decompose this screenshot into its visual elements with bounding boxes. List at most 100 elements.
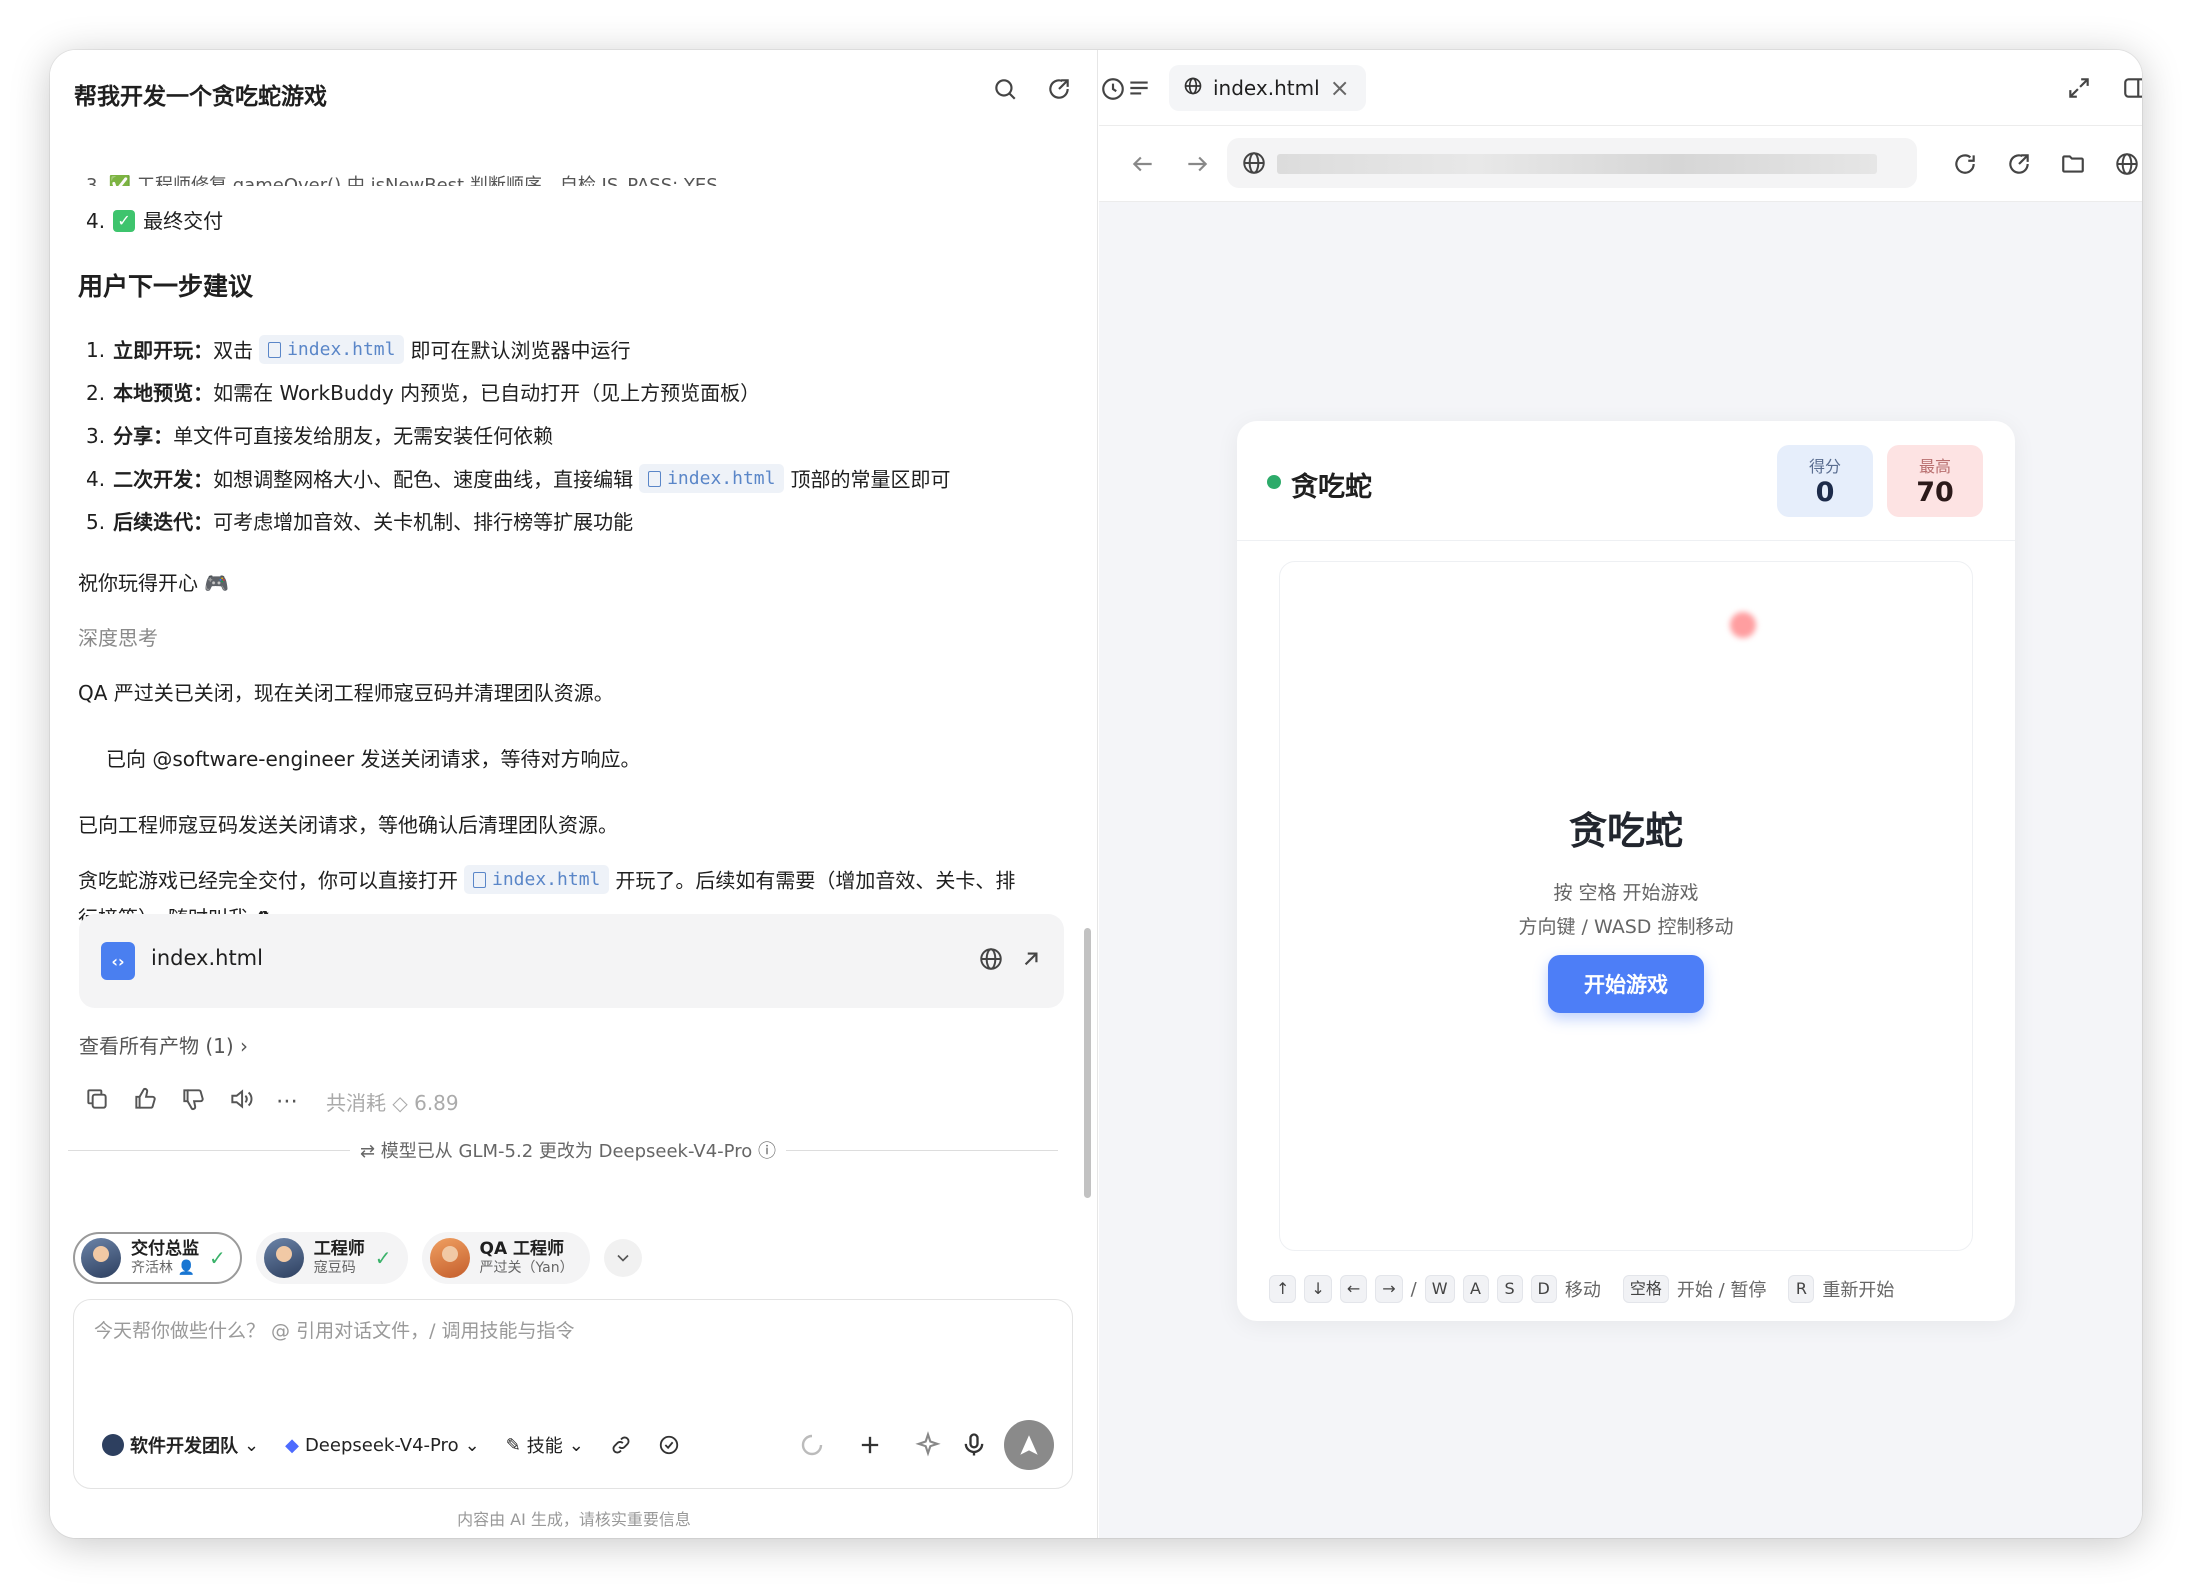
key-right: →: [1375, 1275, 1403, 1303]
chat-pane: 帮我开发一个贪吃蛇游戏 3. ✅ 工程师修复 gameOver() 中 isNe…: [50, 50, 1124, 1538]
item-number: 1.: [86, 338, 106, 363]
back-icon[interactable]: [1125, 146, 1161, 182]
game-board[interactable]: 贪吃蛇 按 空格 开始游戏 方向键 / WASD 控制移动 开始游戏: [1279, 561, 1973, 1251]
item-text: 顶部的常量区即可: [790, 467, 951, 492]
best-score-badge: 最高 70: [1887, 445, 1983, 517]
globe-icon: [1183, 76, 1203, 101]
agent-subtitle: 严过关（Yan）: [479, 1259, 574, 1276]
loading-spinner-icon: [800, 1433, 824, 1461]
file-chip-label: index.html: [492, 869, 601, 890]
start-hint: 按 空格 开始游戏: [1553, 882, 1699, 904]
agent-subtitle: 寇豆码: [313, 1259, 356, 1276]
file-chip[interactable]: index.html: [639, 464, 785, 493]
forward-icon[interactable]: [1179, 146, 1215, 182]
best-label: 最高: [1918, 457, 1951, 476]
deepseek-icon: ◆: [285, 1434, 299, 1456]
file-chip-label: index.html: [287, 339, 396, 360]
check-icon: ✓: [113, 210, 136, 232]
message-text-part: 贪吃蛇游戏已经完全交付，你可以直接打开: [78, 868, 458, 893]
item-bold: 分享：: [113, 424, 174, 448]
chat-header: 帮我开发一个贪吃蛇游戏: [50, 50, 1124, 130]
file-chip[interactable]: index.html: [464, 865, 610, 894]
item-bold: 后续迭代：: [113, 510, 214, 534]
deep-think-toggle[interactable]: 深度思考: [78, 623, 158, 653]
clipped-step: 3. ✅ 工程师修复 gameOver() 中 isNewBest 判断顺序，自…: [86, 175, 718, 186]
item-number: 4.: [86, 467, 106, 492]
chevron-down-icon: ⌄: [464, 1434, 480, 1456]
chat-scrollbar[interactable]: [1084, 928, 1091, 1198]
skills-label: 技能: [526, 1436, 563, 1457]
chevron-down-icon: ⌄: [244, 1434, 260, 1456]
board-title: 贪吃蛇: [1568, 809, 1683, 853]
agent-chip-delivery[interactable]: 交付总监 齐活林 👤 ✓: [73, 1232, 242, 1284]
token-cost: 共消耗 ◇ 6.89: [326, 1090, 459, 1115]
game-title: 贪吃蛇: [1291, 472, 1372, 503]
file-chip[interactable]: index.html: [259, 335, 405, 364]
share-icon[interactable]: [2001, 146, 2037, 182]
score-badge: 得分 0: [1777, 445, 1873, 517]
folder-icon[interactable]: [2055, 146, 2091, 182]
skills-selector[interactable]: ✎ 技能 ⌄: [506, 1432, 584, 1458]
space-label: 开始 / 暂停: [1676, 1280, 1767, 1301]
file-icon: [268, 341, 282, 358]
input-placeholder: 今天帮你做些什么？ @ 引用对话文件，/ 调用技能与指令: [94, 1320, 575, 1342]
globe-icon[interactable]: [978, 946, 1004, 976]
close-icon[interactable]: ×: [1330, 74, 1350, 102]
refresh-icon[interactable]: [1947, 146, 1983, 182]
tab-index-html[interactable]: index.html ×: [1169, 65, 1366, 111]
model-selector[interactable]: ◆ Deepseek-V4-Pro ⌄: [285, 1435, 480, 1456]
view-all-artifacts-link[interactable]: 查看所有产物 (1) ›: [79, 1030, 248, 1059]
key-left: ←: [1339, 1275, 1368, 1303]
key-a: A: [1462, 1275, 1489, 1303]
sparkle-icon[interactable]: [914, 1431, 942, 1463]
message-text-part: 开玩了。后续如有需要（增加音效、关卡、排: [615, 868, 1016, 893]
file-card[interactable]: ‹› index.html: [79, 914, 1064, 1008]
agent-chip-engineer[interactable]: 工程师 寇豆码 ✓: [255, 1232, 408, 1284]
history-icon[interactable]: [1094, 70, 1132, 108]
share-icon[interactable]: [1040, 70, 1078, 108]
item-bold: 二次开发：: [113, 467, 214, 492]
item-text: 可考虑增加音效、关卡机制、排行榜等扩展功能: [213, 510, 634, 534]
speaker-icon[interactable]: [228, 1086, 254, 1116]
shield-check-icon[interactable]: [658, 1434, 680, 1456]
avatar: [81, 1238, 121, 1278]
key-down: ↓: [1304, 1275, 1332, 1303]
more-icon[interactable]: ⋯: [276, 1089, 298, 1114]
step-number: 4.: [86, 209, 106, 233]
search-icon[interactable]: [986, 70, 1024, 108]
message-input[interactable]: 今天帮你做些什么？ @ 引用对话文件，/ 调用技能与指令 软件开发团队 ⌄ ◆ …: [73, 1299, 1073, 1489]
item-bold: 立即开玩：: [113, 338, 214, 363]
agent-name: 工程师: [313, 1239, 365, 1260]
step-item: 4. ✓ 最终交付: [86, 206, 223, 236]
thumbs-down-icon[interactable]: [180, 1086, 206, 1116]
suggestion-item: 3. 分享：单文件可直接发给朋友，无需安装任何依赖: [86, 421, 553, 451]
preview-pane: index.html × 贪吃蛇 得分 0 最高 70 贪吃蛇 按 空格 开始游…: [1099, 50, 2142, 1538]
enjoy-text: 祝你玩得开心 🎮: [78, 571, 230, 595]
open-external-icon[interactable]: [1018, 946, 1044, 976]
thumbs-up-icon[interactable]: [132, 1086, 158, 1116]
key-d: D: [1530, 1275, 1557, 1303]
move-label: 移动: [1564, 1280, 1601, 1301]
chevron-down-icon[interactable]: [603, 1239, 642, 1277]
globe-icon: [1241, 150, 1267, 180]
agent-chip-qa[interactable]: QA 工程师 严过关（Yan）: [421, 1232, 590, 1284]
item-bold: 本地预览：: [113, 381, 214, 405]
address-bar[interactable]: [1227, 138, 1917, 188]
agent-name: QA 工程师: [479, 1239, 565, 1260]
item-number: 3.: [86, 424, 106, 448]
send-button[interactable]: [1004, 1420, 1054, 1470]
link-icon[interactable]: [610, 1434, 632, 1456]
item-text: 如需在 WorkBuddy 内预览，已自动打开（见上方预览面板）: [213, 381, 761, 405]
start-game-button[interactable]: 开始游戏: [1548, 955, 1704, 1013]
sidebar-toggle-icon[interactable]: [2117, 70, 2142, 106]
team-selector[interactable]: 软件开发团队 ⌄: [102, 1432, 259, 1458]
item-text: 双击: [213, 338, 254, 363]
copy-icon[interactable]: [84, 1086, 110, 1116]
item-text: 即可在默认浏览器中运行: [410, 338, 631, 363]
add-icon[interactable]: [856, 1431, 884, 1463]
microphone-icon[interactable]: [960, 1431, 988, 1463]
browser-icon[interactable]: [2109, 146, 2142, 182]
expand-icon[interactable]: [2061, 70, 2097, 106]
file-chip-label: index.html: [667, 468, 776, 489]
suggestion-item: 5. 后续迭代：可考虑增加音效、关卡机制、排行榜等扩展功能: [86, 507, 633, 537]
